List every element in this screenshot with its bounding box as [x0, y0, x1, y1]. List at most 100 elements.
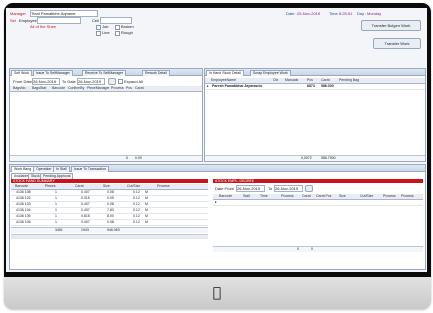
cell-pieces: 1	[55, 214, 57, 218]
col-stall[interactable]: Stall	[243, 194, 250, 199]
manager-label: Manager	[10, 11, 26, 16]
to-date-input[interactable]: 26-Nov-2019	[77, 78, 105, 85]
left-grid-header: BagsNo BagsStat Barcode ConfirmBy PieceM…	[10, 86, 202, 92]
tab-issue-to-transaction[interactable]: Issue To Transaction	[71, 166, 110, 172]
table-row[interactable]: 4136 106 1 0.407 0.08 0.12 M	[11, 220, 208, 226]
cell-barcode: 4136 108	[16, 190, 31, 194]
col-pcs[interactable]: Pcs	[126, 86, 132, 91]
right-refresh-button[interactable]	[305, 185, 313, 192]
col-cut-size-right[interactable]: Cut/Size	[360, 194, 373, 199]
right-date-to-value: 26-Nov-2019	[275, 186, 299, 191]
col-process-right-2[interactable]: Process	[383, 194, 396, 199]
apple-logo-icon: 	[210, 285, 224, 301]
transfer-work-button[interactable]: Transfer Work	[373, 38, 421, 49]
bottom-footer-2: 1943	[81, 228, 89, 232]
cell-cut-size: 0.12	[133, 190, 140, 194]
col-carat-pcs[interactable]: Carat Pcs	[316, 194, 331, 199]
right-to-label: To	[268, 186, 273, 191]
cell-pieces: 1	[55, 190, 57, 194]
expand-row-icon[interactable]: ▸	[207, 84, 209, 89]
transfer-work-label: Transfer Work	[384, 41, 410, 46]
col-size-right[interactable]: Size	[339, 194, 346, 199]
refresh-button[interactable]	[108, 78, 116, 85]
col-size[interactable]: Size	[103, 184, 110, 189]
col-time[interactable]: Time	[260, 194, 268, 199]
col-process[interactable]: Process	[111, 86, 124, 91]
col-barcode-right[interactable]: Barcode	[219, 194, 232, 199]
bottom-left-footer: 3451 1943 946.063	[11, 227, 208, 233]
col-barcode[interactable]: Barcode	[52, 86, 65, 91]
table-row[interactable]: ▸	[213, 200, 423, 206]
cell-pieces: 1	[55, 208, 57, 212]
col-bagsno[interactable]: BagsNo	[13, 86, 25, 91]
job-checkbox-label: Job	[102, 24, 109, 29]
from-date-input[interactable]: 26-Nov-2019	[32, 78, 60, 85]
job-checkbox[interactable]	[96, 25, 101, 30]
tab-in-hand-stock-detail[interactable]: In Hand Stock Detail	[206, 70, 244, 76]
col-process-right[interactable]: Process	[281, 194, 294, 199]
left-grid-footer: 0 0.00	[10, 155, 202, 161]
col-pending-bag[interactable]: Pending Bag	[339, 78, 359, 83]
left-tabbar: Self Work Issue To SelfManager Receive T…	[10, 69, 202, 76]
row-pcs: 6873	[307, 84, 315, 88]
rough-checkbox[interactable]	[115, 31, 120, 36]
tab-in-stall[interactable]: In Stall	[53, 166, 70, 172]
time-value: 5:25:51	[339, 11, 353, 16]
col-process-right-3[interactable]: Process	[401, 194, 414, 199]
col-bagsstat[interactable]: BagsStat	[32, 86, 46, 91]
col-confirmby[interactable]: ConfirmBy	[68, 86, 84, 91]
table-row[interactable]: ▸ Paresh Pamatibhai Jayarasnic 6873 586.…	[205, 84, 425, 90]
right-date-from-label: Date From	[215, 186, 234, 191]
col-barcode-bottom[interactable]: Barcode	[15, 184, 28, 189]
employee-input[interactable]	[37, 17, 81, 24]
bottom-right-footer: 0 0	[213, 246, 423, 252]
manager-input[interactable]: Tinat Pamatikhe Aqnaner	[30, 10, 98, 17]
right-date-from-input[interactable]: 26-Nov-2019	[236, 185, 265, 192]
broken-checkbox[interactable]	[115, 25, 120, 30]
cell-process: M	[145, 220, 148, 224]
stock-empl-degree-banner: STOCK EMPL. DEGREE	[213, 179, 423, 183]
col-piecemanager[interactable]: PieceManager	[87, 86, 110, 91]
tab-rework-detail[interactable]: Rework Detail	[142, 70, 170, 76]
col-carat-right-bottom[interactable]: Carat	[302, 194, 311, 199]
tab-scrap-employee-work[interactable]: Scrap Employee Work	[250, 70, 291, 76]
cell-barcode: 4136 102	[16, 196, 31, 200]
bottom-footer-1: 3451	[55, 228, 63, 232]
cell-carat: 0.407	[81, 220, 90, 224]
col-cut-size[interactable]: Cut/Size	[127, 184, 140, 189]
tab-issue-to-selfmanager[interactable]: Issue To SelfManager	[33, 70, 73, 76]
col-manuals[interactable]: Manuals	[285, 78, 298, 83]
col-carat-right[interactable]: Carat	[321, 78, 330, 83]
cell-size: 8.00	[107, 214, 114, 218]
day-value: Monday	[367, 11, 382, 16]
cell-cut-size: 0.12	[133, 220, 140, 224]
tab-operation[interactable]: Operation	[33, 166, 55, 172]
col-process-bottom[interactable]: Process	[157, 184, 170, 189]
transfer-bulgen-work-label: Transfer Bulgen Work	[371, 23, 411, 28]
tab-work-bang[interactable]: Work Bang	[11, 166, 35, 172]
cell-input[interactable]	[100, 17, 132, 24]
col-pcs-right[interactable]: Pcs	[307, 78, 313, 83]
work-bang-panel: Work Bang Operation In Stall Issue To Tr…	[9, 164, 426, 270]
tab-self-work[interactable]: Self Work	[11, 70, 33, 76]
from-date-label: From Date	[13, 79, 32, 84]
right-footer-1: 0	[297, 247, 299, 251]
col-carat-bottom[interactable]: Carat	[75, 184, 84, 189]
expand-all-label: Expand All	[124, 79, 143, 84]
cell-barcode: 4136 106	[16, 220, 31, 224]
cell-size: 7.83	[107, 208, 114, 212]
manager-value: Tinat Pamatikhe Aqnaner	[31, 11, 76, 16]
col-pieces[interactable]: Pieces	[45, 184, 56, 189]
bottom-left-scrollbar[interactable]	[11, 234, 208, 239]
transfer-bulgen-work-button[interactable]: Transfer Bulgen Work	[361, 20, 421, 31]
right-date-to-input[interactable]: 26-Nov-2019	[274, 185, 303, 192]
line-checkbox[interactable]	[96, 31, 101, 36]
col-ctx[interactable]: Ctx	[273, 78, 278, 83]
col-carat[interactable]: Carat	[135, 86, 144, 91]
col-employeename[interactable]: EmployeeName	[211, 78, 236, 83]
tab-receive-to-selfmanager[interactable]: Receive To SelfManager	[82, 70, 127, 76]
expand-all-checkbox[interactable]	[118, 79, 123, 84]
cell-carat: 0.407	[81, 202, 90, 206]
cell-barcode: 4136 105	[16, 214, 31, 218]
cell-process: M	[145, 190, 148, 194]
